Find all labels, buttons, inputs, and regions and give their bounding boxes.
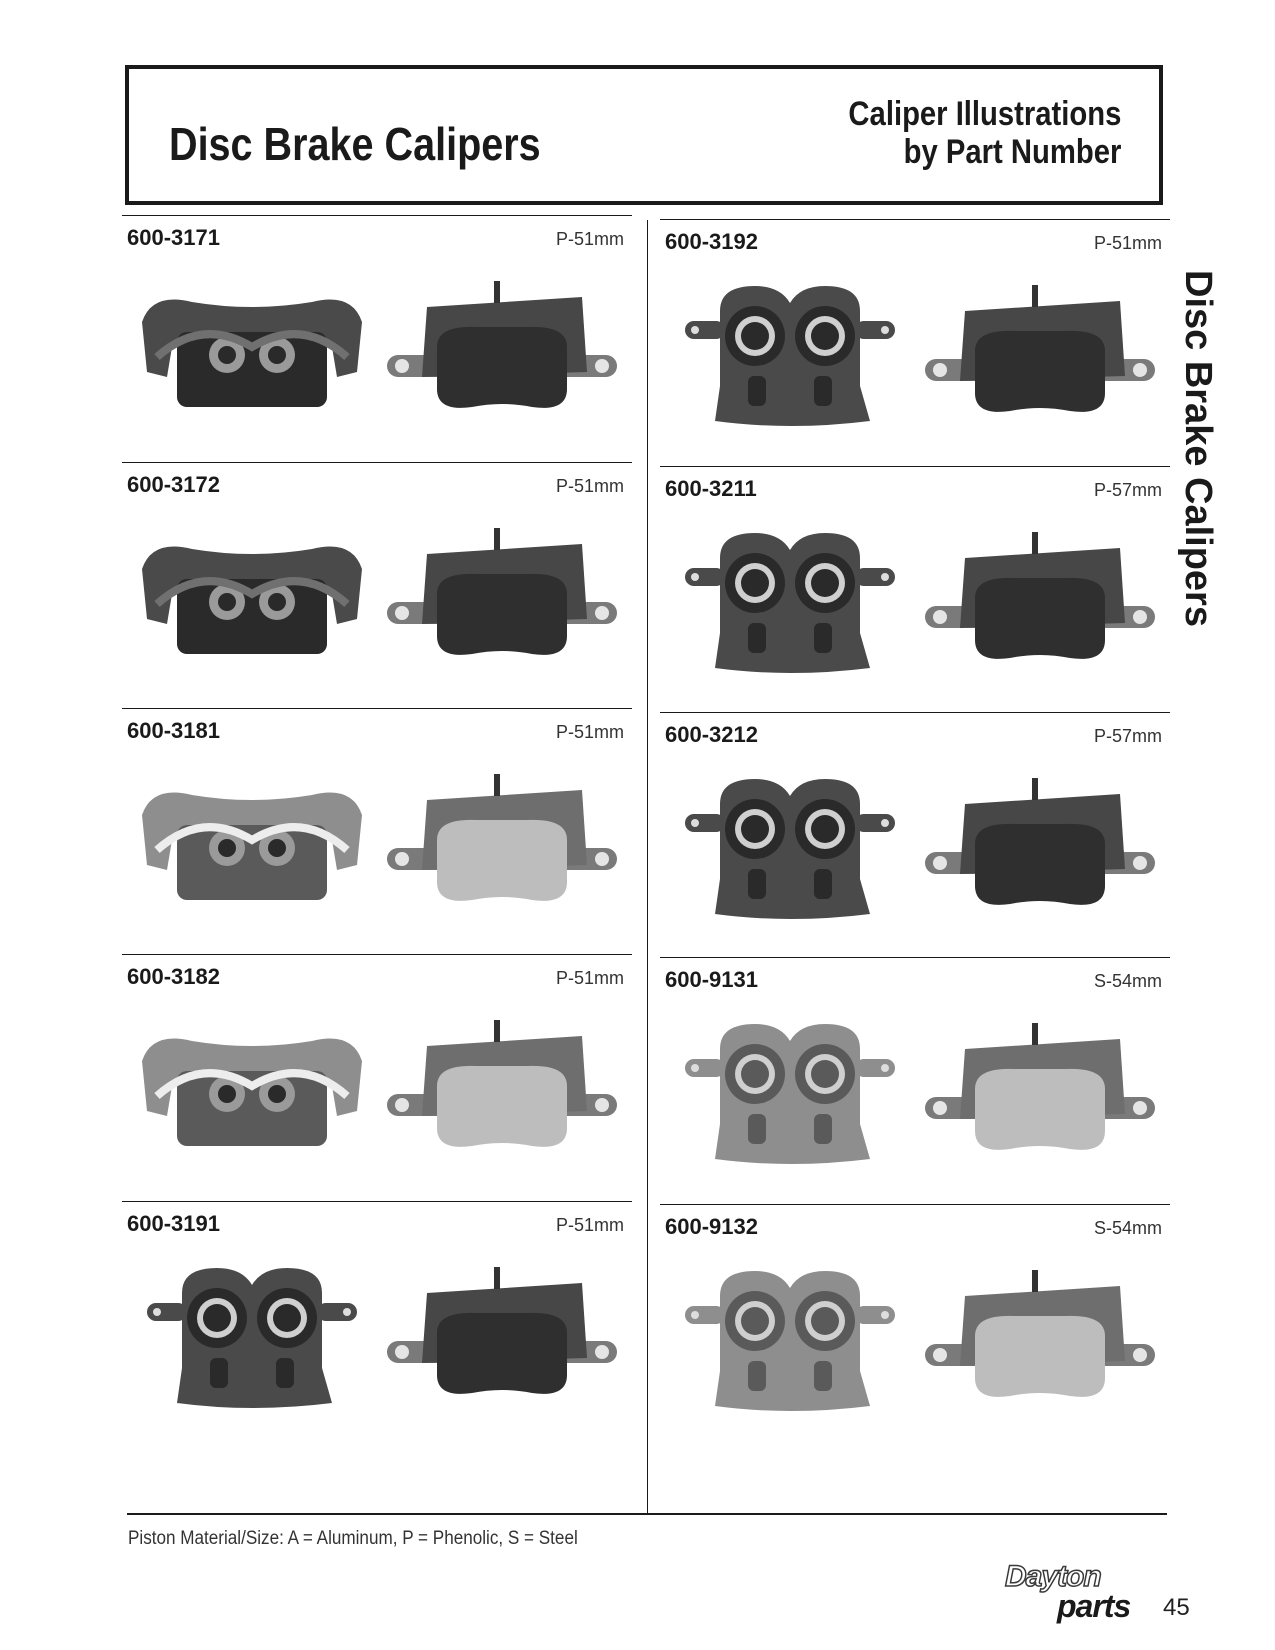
subtitle-line-1: Caliper Illustrations [848,95,1121,133]
bottom-rule [127,1513,1167,1515]
piston-size: P-51mm [555,968,624,988]
part-number: 600-3182 [127,964,220,989]
page-title: Disc Brake Calipers [169,118,541,170]
caliper-entry: 600-3182 P-51mm [122,954,632,1209]
entry-divider [122,708,632,709]
part-number: 600-3191 [127,1211,220,1236]
part-number: 600-9132 [665,1214,758,1239]
caliper-entry: 600-3192 P-51mm [660,219,1170,474]
piston-size: S-54mm [1093,1218,1162,1238]
caliper-front-view [685,286,895,426]
part-number: 600-3211 [665,476,757,501]
piston-size: P-51mm [555,722,624,742]
caliper-back-view [387,774,617,901]
caliper-back-view [925,1270,1155,1397]
caliper-entry: 600-3172 P-51mm [122,462,632,717]
piston-size: P-51mm [1093,233,1162,253]
caliper-back-view [925,1023,1155,1150]
caliper-back-view [387,528,617,655]
caliper-front-view [685,1024,895,1164]
entry-divider [660,466,1170,467]
caliper-entry: 600-3212 P-57mm [660,712,1170,967]
caliper-entry: 600-3191 P-51mm [122,1201,632,1456]
caliper-entry: 600-9131 S-54mm [660,957,1170,1212]
piston-size: S-54mm [1093,971,1162,991]
caliper-front-view [142,299,362,407]
entry-divider [660,1204,1170,1205]
caliper-front-view [147,1268,357,1408]
caliper-back-view [387,1267,617,1394]
caliper-back-view [925,532,1155,659]
entry-divider [122,954,632,955]
footnote: Piston Material/Size: A = Aluminum, P = … [128,1528,578,1549]
caliper-entry: 600-3211 P-57mm [660,466,1170,721]
entry-divider [660,712,1170,713]
caliper-back-view [925,778,1155,905]
caliper-front-view [142,546,362,654]
piston-size: P-51mm [555,476,624,496]
part-number: 600-3181 [127,718,220,743]
entry-divider [122,215,632,216]
brand-logo: Dayton parts [1004,1559,1140,1628]
column-divider [647,220,648,1514]
entry-divider [122,1201,632,1202]
part-number: 600-9131 [665,967,758,992]
side-section-title: Disc Brake Calipers [1177,270,1219,627]
entry-divider [660,219,1170,220]
part-number: 600-3212 [665,722,758,747]
piston-size: P-57mm [1093,480,1162,500]
caliper-entry: 600-3181 P-51mm [122,708,632,963]
caliper-back-view [387,281,617,408]
piston-size: P-51mm [555,229,624,249]
caliper-back-view [925,285,1155,412]
caliper-front-view [685,779,895,919]
part-number: 600-3171 [127,225,220,250]
caliper-entry: 600-9132 S-54mm [660,1204,1170,1459]
piston-size: P-51mm [555,1215,624,1235]
entry-divider [660,957,1170,958]
subtitle-line-2: by Part Number [903,133,1121,171]
entry-divider [122,462,632,463]
header-box: Disc Brake Calipers Caliper Illustration… [125,65,1163,205]
part-number: 600-3192 [665,229,758,254]
page-subtitle: Caliper Illustrations by Part Number [848,95,1121,171]
caliper-front-view [685,1271,895,1411]
caliper-front-view [142,792,362,900]
part-number: 600-3172 [127,472,220,497]
caliper-entry: 600-3171 P-51mm [122,215,632,470]
page-number: 45 [1163,1594,1190,1621]
caliper-front-view [685,533,895,673]
caliper-front-view [142,1038,362,1146]
caliper-back-view [387,1020,617,1147]
brand-line-2: parts [1057,1588,1131,1624]
piston-size: P-57mm [1093,726,1162,746]
